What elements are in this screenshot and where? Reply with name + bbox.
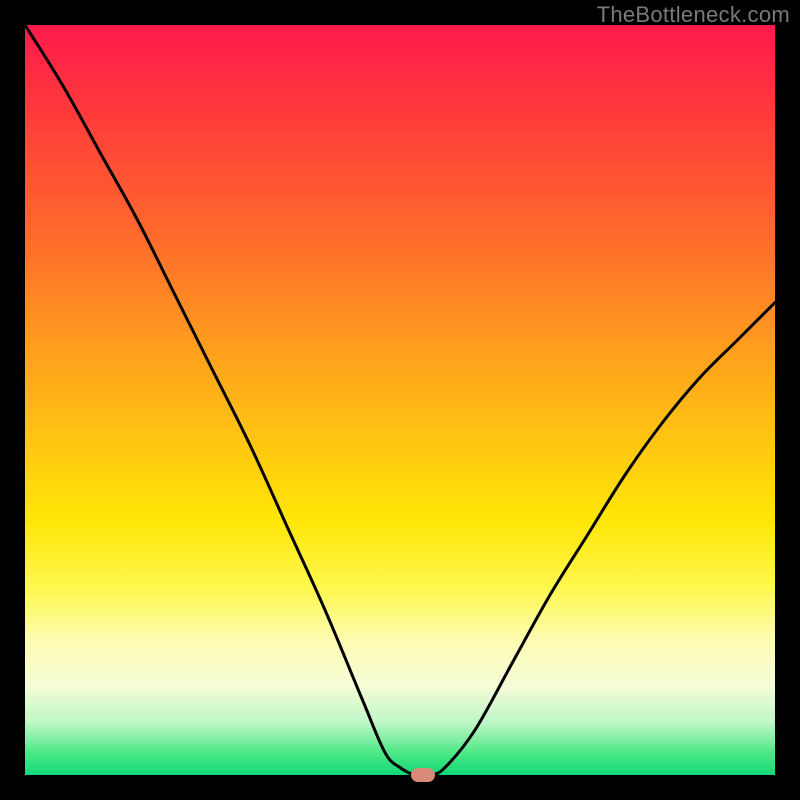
bottleneck-curve [25,25,775,776]
optimal-point-marker [411,768,435,782]
curve-svg [25,25,775,775]
chart-frame: TheBottleneck.com [0,0,800,800]
plot-area [25,25,775,775]
